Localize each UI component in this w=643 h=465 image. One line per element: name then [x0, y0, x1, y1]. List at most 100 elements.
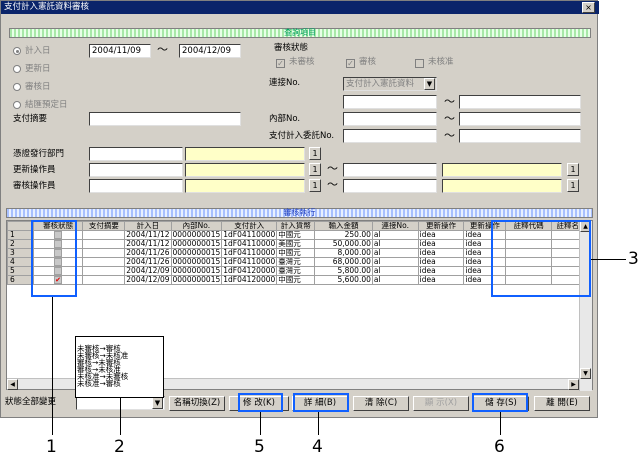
date-to-input[interactable]: 2004/12/09	[179, 44, 241, 58]
review-operator-from-lookup-button[interactable]: 1	[309, 179, 321, 192]
display-button[interactable]: 顯 示(X)	[413, 396, 469, 411]
grid-section-header: 審核執行	[6, 208, 593, 218]
payment-trust-no-from-input[interactable]	[343, 129, 437, 143]
link-no-cell: al	[371, 230, 419, 240]
callout-line-6	[500, 412, 501, 435]
currency-cell: 臺灣元	[276, 257, 316, 267]
review-status-checkbox-2[interactable]	[415, 59, 424, 68]
row-number: 1	[7, 230, 34, 240]
dropdown-option[interactable]: 未核准→審核	[77, 380, 162, 388]
internal-no-cell: 0000000015	[170, 248, 223, 258]
review-operator-to-lookup-button[interactable]: 1	[567, 179, 579, 192]
link-no-cell: al	[371, 266, 419, 276]
column-header[interactable]: 連接No.	[371, 221, 419, 231]
review-status-checkbox-0[interactable]: ✓	[276, 59, 285, 68]
review-status-option-1: 審核	[359, 57, 377, 67]
close-icon[interactable]: ×	[582, 2, 595, 13]
radio-label-1: 更新日	[25, 64, 51, 74]
update-operator-to-input[interactable]	[343, 163, 437, 177]
search-section-header: 查詢項目	[9, 28, 591, 38]
date-cell: 2004/11/26	[124, 248, 172, 258]
review-operator-to-name	[442, 179, 562, 193]
date-cell: 2004/12/09	[124, 275, 172, 285]
callout-number: 1	[46, 437, 57, 457]
summary-cell	[82, 248, 126, 258]
detail-button-highlight	[293, 393, 349, 412]
column-header[interactable]: 計入日	[124, 221, 172, 231]
link-no-to-input[interactable]	[459, 95, 581, 109]
radio-date-type-1[interactable]	[13, 65, 21, 73]
callout-line-1	[52, 297, 53, 435]
callout-line-5	[260, 412, 261, 435]
clear-button[interactable]: 清 除(C)	[353, 396, 409, 411]
date-range-sep: ～	[157, 43, 168, 56]
update-op-cell: idea	[417, 239, 465, 249]
review-operator-to-input[interactable]	[343, 179, 437, 193]
link-no-select[interactable]: 支付計入憲託資料	[343, 77, 437, 91]
link-no-range-sep: ～	[444, 95, 455, 108]
link-no-from-input[interactable]	[343, 95, 437, 109]
radio-label-2: 審核日	[25, 82, 51, 92]
internal-no-from-input[interactable]	[343, 112, 437, 126]
review-operator-from-input[interactable]	[89, 179, 183, 193]
currency-cell: 美國元	[276, 239, 316, 249]
update-operator-to-lookup-button[interactable]: 1	[567, 163, 579, 176]
column-header[interactable]: 計入貨幣	[276, 221, 316, 231]
scroll-right-icon[interactable]: ▶	[568, 379, 579, 390]
radio-date-type-3[interactable]	[13, 101, 21, 109]
note-columns-highlight	[491, 220, 591, 297]
review-status-label: 審核狀態	[274, 43, 309, 53]
review-status-option-2: 未核准	[428, 57, 454, 67]
scroll-left-icon[interactable]: ◀	[7, 379, 18, 390]
update-op-cell: idea	[417, 266, 465, 276]
payment-trust-no-to-input[interactable]	[459, 129, 581, 143]
update-operator-from-input[interactable]	[89, 163, 183, 177]
amount-cell: 68,000.00	[314, 257, 373, 267]
column-header[interactable]: 輸入金額	[314, 221, 373, 231]
issuing-dept-label: 憑證發行部門	[13, 149, 65, 159]
internal-no-cell: 0000000015	[170, 230, 223, 240]
currency-cell: 中國元	[276, 248, 316, 258]
close-button[interactable]: 離 開(E)	[534, 396, 590, 411]
column-header[interactable]: 更新操作	[417, 221, 465, 231]
radio-date-type-2[interactable]	[13, 83, 21, 91]
payment-trust-no-label: 支付計入委託No.	[269, 131, 335, 141]
internal-no-label: 內部No.	[269, 114, 301, 124]
update-operator-from-lookup-button[interactable]: 1	[309, 163, 321, 176]
payment-cell: 1dF04110000	[221, 257, 278, 267]
payment-summary-input[interactable]	[89, 112, 241, 126]
status-change-label: 狀態全部變更	[5, 397, 57, 407]
scroll-down-icon[interactable]: ▼	[580, 368, 591, 379]
currency-cell: 中國元	[276, 230, 316, 240]
save-button-highlight	[472, 393, 528, 412]
issuing-dept-code-input[interactable]	[89, 147, 183, 161]
date-from-input[interactable]: 2004/11/09	[89, 44, 151, 58]
internal-no-to-input[interactable]	[459, 112, 581, 126]
review-status-checkbox-1[interactable]: ✓	[346, 59, 355, 68]
payment-cell: 1dF04120000	[221, 275, 278, 285]
column-header	[7, 221, 34, 231]
switch-name-button[interactable]: 名稱切換(Z)	[169, 396, 225, 411]
callout-number: 6	[494, 437, 505, 457]
currency-cell: 臺灣元	[276, 266, 316, 276]
column-header[interactable]: 支付摘要	[82, 221, 126, 231]
summary-cell	[82, 257, 126, 267]
payment-trust-no-range-sep: ～	[444, 129, 455, 142]
payment-cell: 1dF04110000	[221, 248, 278, 258]
internal-no-cell: 0000000015	[170, 257, 223, 267]
column-header[interactable]: 內部No.	[170, 221, 223, 231]
date-cell: 2004/11/12	[124, 230, 172, 240]
review-operator-from-name	[185, 179, 305, 193]
chevron-down-icon[interactable]: ▼	[424, 78, 435, 90]
radio-label-0: 計入日	[25, 46, 51, 56]
chevron-down-icon[interactable]: ▼	[152, 397, 163, 409]
radio-date-type-0[interactable]	[13, 47, 21, 55]
amount-cell: 50,000.00	[314, 239, 373, 249]
internal-no-cell: 0000000015	[170, 266, 223, 276]
internal-no-cell: 0000000015	[170, 239, 223, 249]
column-header[interactable]: 支付計入	[221, 221, 278, 231]
date-cell: 2004/12/09	[124, 266, 172, 276]
issuing-dept-lookup-button[interactable]: 1	[309, 147, 321, 160]
update-operator-to-name	[442, 163, 562, 177]
link-no-cell: al	[371, 257, 419, 267]
